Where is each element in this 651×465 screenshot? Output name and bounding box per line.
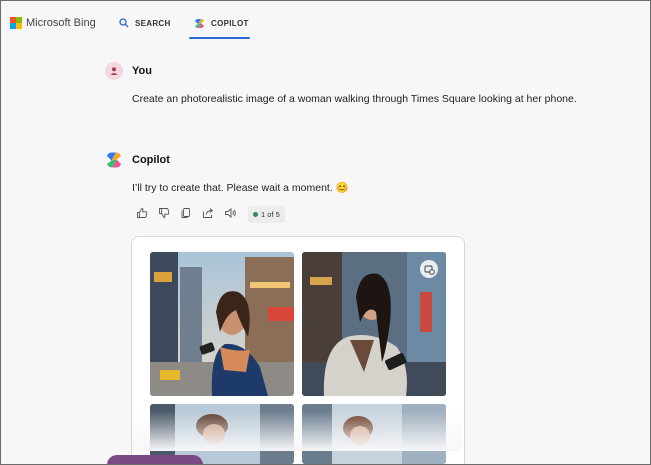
generated-image-1[interactable]: [150, 252, 294, 396]
status-dot: [253, 212, 258, 217]
image-overlay-icon[interactable]: [420, 260, 438, 278]
top-bar: Microsoft Bing SEARCH COPILOT: [1, 1, 650, 45]
counter-text: 1 of 5: [261, 210, 280, 219]
copilot-avatar-icon: [107, 152, 121, 168]
tab-search-label: SEARCH: [135, 18, 171, 28]
share-icon[interactable]: [201, 206, 215, 220]
thumbs-up-icon[interactable]: [135, 206, 149, 220]
tab-copilot[interactable]: COPILOT: [194, 18, 249, 29]
copilot-window: Microsoft Bing SEARCH COPILOT You Create…: [0, 0, 651, 465]
person-icon: [110, 67, 118, 75]
read-aloud-icon[interactable]: [223, 206, 237, 220]
copilot-icon: [195, 19, 204, 28]
user-message: Create an photorealistic image of a woma…: [132, 93, 577, 105]
tab-search[interactable]: SEARCH: [119, 18, 171, 28]
copilot-name: Copilot: [132, 154, 170, 166]
copilot-message: I’ll try to create that. Please wait a m…: [132, 182, 349, 194]
generated-image-2[interactable]: [302, 252, 446, 396]
user-avatar: [105, 62, 123, 80]
active-tab-indicator: [189, 37, 250, 39]
tab-copilot-label: COPILOT: [211, 19, 249, 28]
user-name: You: [132, 65, 152, 77]
search-icon: [119, 18, 129, 28]
response-counter: 1 of 5: [248, 206, 285, 223]
copy-icon[interactable]: [179, 206, 193, 220]
message-actions: [135, 206, 237, 220]
scroll-fade: [132, 411, 462, 451]
thumbs-down-icon[interactable]: [157, 206, 171, 220]
bing-logo[interactable]: Microsoft Bing: [10, 17, 96, 29]
brand-name: Microsoft Bing: [26, 17, 96, 29]
microsoft-logo-icon: [10, 17, 22, 29]
new-topic-button[interactable]: [107, 455, 203, 464]
